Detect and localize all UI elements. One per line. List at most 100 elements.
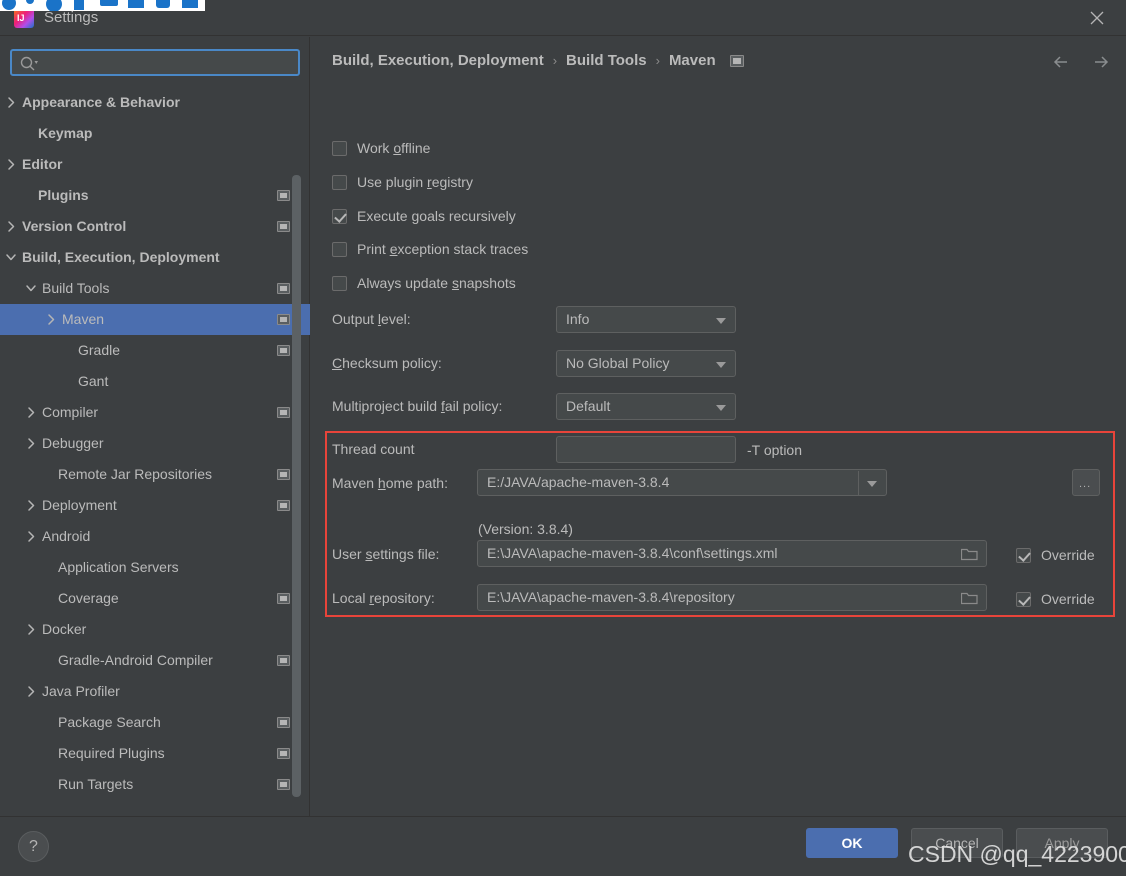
sidebar-item-keymap[interactable]: Keymap [0, 118, 310, 149]
project-scope-badge-icon [277, 717, 290, 728]
maven-home-path-label: Maven home path: [332, 475, 448, 491]
sidebar-item-java-profiler[interactable]: Java Profiler [0, 676, 310, 707]
sidebar-item-compiler[interactable]: Compiler [0, 397, 310, 428]
sidebar-item-label: Compiler [42, 404, 99, 420]
search-icon [20, 56, 38, 71]
user-settings-file-value: E:\JAVA\apache-maven-3.8.4\conf\settings… [487, 545, 778, 561]
checkbox-always-update-snapshots[interactable] [332, 275, 347, 291]
breadcrumb-part-build-execution-deployment[interactable]: Build, Execution, Deployment [332, 52, 544, 69]
close-icon [1090, 11, 1104, 25]
maven-home-browse-button[interactable]: ... [1072, 469, 1100, 496]
checkbox-use-plugin-registry[interactable] [332, 174, 347, 190]
checkbox-row-use-plugin-registry[interactable]: Use plugin registry [332, 171, 473, 193]
search-field[interactable] [10, 49, 300, 76]
checkbox-row-always-update-snapshots[interactable]: Always update snapshots [332, 272, 516, 294]
thread-count-input[interactable] [556, 436, 736, 463]
sidebar-item-label: Version Control [22, 218, 127, 234]
folder-icon[interactable] [961, 591, 978, 605]
sidebar-item-label: Java Profiler [42, 683, 120, 699]
checkbox-row-execute-goals-recursively[interactable]: Execute goals recursively [332, 205, 516, 227]
checkbox-print-exception-stack-traces[interactable] [332, 241, 347, 257]
multiproject-build-fail-policy-combo[interactable]: Default [556, 393, 736, 420]
chevron-right-icon[interactable] [4, 211, 18, 242]
local-repository-override-toggle[interactable]: Override [1016, 591, 1095, 607]
sidebar-item-plugins[interactable]: Plugins [0, 180, 310, 211]
folder-icon[interactable] [961, 547, 978, 561]
breadcrumb: Build, Execution, Deployment › Build Too… [332, 52, 744, 69]
chevron-right-icon[interactable] [24, 490, 38, 521]
sidebar-item-gradle[interactable]: Gradle [0, 335, 310, 366]
project-scope-badge-icon [277, 190, 290, 201]
sidebar-item-docker[interactable]: Docker [0, 614, 310, 645]
apply-button[interactable]: Apply [1016, 828, 1108, 858]
sidebar-item-android[interactable]: Android [0, 521, 310, 552]
local-repository-value: E:\JAVA\apache-maven-3.8.4\repository [487, 589, 735, 605]
sidebar-item-label: Debugger [42, 435, 104, 451]
chevron-right-icon[interactable] [24, 676, 38, 707]
project-scope-badge-icon [277, 500, 290, 511]
checkbox-row-print-exception-stack-traces[interactable]: Print exception stack traces [332, 238, 528, 260]
sidebar-item-remote-jar-repositories[interactable]: Remote Jar Repositories [0, 459, 310, 490]
sidebar-item-label: Android [42, 528, 91, 544]
sidebar-item-run-targets[interactable]: Run Targets [0, 769, 310, 800]
sidebar-item-appearance-behavior[interactable]: Appearance & Behavior [0, 87, 310, 118]
chevron-right-icon[interactable] [4, 87, 18, 118]
thread-count-label: Thread count [332, 441, 415, 457]
user-settings-override-toggle[interactable]: Override [1016, 547, 1095, 563]
chevron-right-icon[interactable] [24, 614, 38, 645]
chevron-down-icon[interactable] [4, 242, 18, 273]
sidebar-item-package-search[interactable]: Package Search [0, 707, 310, 738]
sidebar-item-debugger[interactable]: Debugger [0, 428, 310, 459]
chevron-right-icon[interactable] [24, 521, 38, 552]
sidebar-item-required-plugins[interactable]: Required Plugins [0, 738, 310, 769]
sidebar-item-editor[interactable]: Editor [0, 149, 310, 180]
checksum-policy-combo[interactable]: No Global Policy [556, 350, 736, 377]
maven-home-path-combo[interactable]: E:/JAVA/apache-maven-3.8.4 [477, 469, 887, 496]
sidebar-scrollbar-track[interactable] [292, 87, 305, 816]
sidebar-item-label: Required Plugins [58, 745, 165, 761]
sidebar-item-label: Gant [78, 373, 109, 389]
ok-button[interactable]: OK [806, 828, 898, 858]
checkbox-row-work-offline[interactable]: Work offline [332, 137, 430, 159]
sidebar-item-coverage[interactable]: Coverage [0, 583, 310, 614]
sidebar-item-gant[interactable]: Gant [0, 366, 310, 397]
project-scope-badge-icon [277, 221, 290, 232]
help-button[interactable]: ? [18, 831, 49, 862]
cancel-button[interactable]: Cancel [911, 828, 1003, 858]
search-input[interactable] [46, 51, 292, 74]
arrow-right-icon[interactable] [1090, 51, 1112, 73]
breadcrumb-part-build-tools[interactable]: Build Tools [566, 52, 647, 69]
local-repository-input[interactable]: E:\JAVA\apache-maven-3.8.4\repository [477, 584, 987, 611]
sidebar-item-build-execution-deployment[interactable]: Build, Execution, Deployment [0, 242, 310, 273]
dialog-footer: ? OK Cancel Apply [0, 816, 1126, 876]
sidebar-item-version-control[interactable]: Version Control [0, 211, 310, 242]
chevron-down-icon[interactable] [24, 273, 38, 304]
arrow-left-icon[interactable] [1050, 51, 1072, 73]
chevron-right-icon[interactable] [44, 304, 58, 335]
background-toolbar-strip [0, 0, 205, 11]
sidebar-item-application-servers[interactable]: Application Servers [0, 552, 310, 583]
sidebar-item-build-tools[interactable]: Build Tools [0, 273, 310, 304]
chevron-right-icon[interactable] [24, 428, 38, 459]
sidebar-item-label: Gradle-Android Compiler [58, 652, 213, 668]
sidebar-scrollbar-thumb[interactable] [292, 175, 301, 797]
chevron-right-icon[interactable] [24, 397, 38, 428]
sidebar-item-maven[interactable]: Maven [0, 304, 310, 335]
sidebar-item-gradle-android-compiler[interactable]: Gradle-Android Compiler [0, 645, 310, 676]
sidebar-item-label: Deployment [42, 497, 117, 513]
checkbox-work-offline[interactable] [332, 140, 347, 156]
checkbox-execute-goals-recursively[interactable] [332, 208, 347, 224]
sidebar-item-label: Maven [62, 311, 105, 327]
close-button[interactable] [1080, 4, 1114, 32]
user-settings-file-input[interactable]: E:\JAVA\apache-maven-3.8.4\conf\settings… [477, 540, 987, 567]
sidebar-item-deployment[interactable]: Deployment [0, 490, 310, 521]
sidebar-item-label: Remote Jar Repositories [58, 466, 213, 482]
output-level-combo[interactable]: Info [556, 306, 736, 333]
sidebar-item-label: Docker [42, 621, 87, 637]
local-repository-override-checkbox[interactable] [1016, 591, 1031, 607]
breadcrumb-separator-icon: › [655, 53, 660, 68]
breadcrumb-part-maven[interactable]: Maven [669, 52, 716, 69]
sidebar-item-label: Keymap [38, 125, 93, 141]
user-settings-override-checkbox[interactable] [1016, 547, 1031, 563]
chevron-right-icon[interactable] [4, 149, 18, 180]
